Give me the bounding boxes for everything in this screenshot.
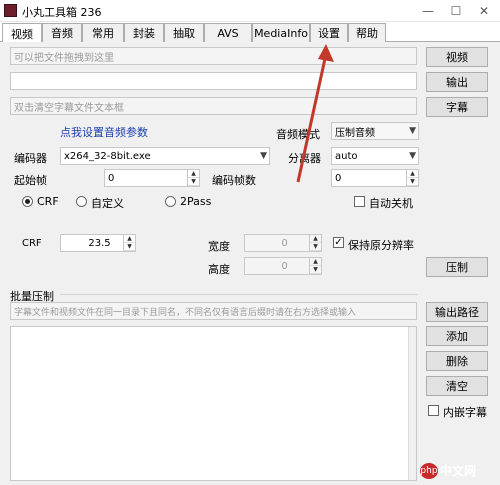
batch-hint-input[interactable]: 字幕文件和视频文件在同一目录下且同名，不同名仅有语言后缀时请在右方选择或输入 (10, 302, 417, 320)
crf-value: 23.5 (88, 237, 111, 249)
tab-common[interactable]: 常用 (82, 23, 124, 42)
batch-group-divider (60, 294, 418, 295)
chevron-down-icon: ▼ (409, 126, 416, 136)
width-value: 0 (281, 237, 288, 249)
keep-ratio-label: 保持原分辨率 (348, 239, 414, 252)
start-frame-stepper[interactable]: 0 ▲ ▼ (104, 169, 200, 187)
encoder-label: 编码器 (14, 152, 47, 165)
tab-mediainfo[interactable]: MediaInfo (252, 23, 310, 42)
crf-label: CRF (22, 238, 42, 249)
radio-crf[interactable] (22, 196, 33, 207)
embedded-subtitle-label: 内嵌字幕 (443, 406, 487, 419)
width-stepper[interactable]: 0 ▲ ▼ (244, 234, 322, 252)
video-input[interactable]: 可以把文件拖拽到这里 (10, 47, 417, 65)
audio-mode-select[interactable]: 压制音频 ▼ (331, 122, 419, 140)
tab-extract[interactable]: 抽取 (164, 23, 204, 42)
encoder-select[interactable]: x264_32-8bit.exe ▼ (60, 147, 270, 165)
encode-button[interactable]: 压制 (426, 257, 488, 277)
window-title: 小丸工具箱 236 (22, 6, 102, 19)
batch-file-list[interactable] (10, 326, 417, 481)
radio-2pass[interactable] (165, 196, 176, 207)
maximize-icon[interactable]: ☐ (442, 2, 470, 20)
minimize-icon[interactable]: — (414, 2, 442, 20)
spin-buttons[interactable]: ▲ ▼ (123, 235, 135, 251)
tab-bar: 视频 音频 常用 封装 抽取 AVS MediaInfo 设置 帮助 (0, 23, 500, 43)
clear-button[interactable]: 清空 (426, 376, 488, 396)
add-button[interactable]: 添加 (426, 326, 488, 346)
encode-frames-stepper[interactable]: 0 ▲ ▼ (331, 169, 419, 187)
radio-crf-label: CRF (37, 195, 59, 208)
demuxer-select[interactable]: auto ▼ (331, 147, 419, 165)
video-button[interactable]: 视频 (426, 47, 488, 67)
output-button[interactable]: 输出 (426, 72, 488, 92)
radio-custom-label: 自定义 (91, 197, 124, 210)
chevron-down-icon: ▼ (260, 151, 267, 161)
tab-audio[interactable]: 音频 (42, 23, 82, 42)
spin-buttons[interactable]: ▲ ▼ (406, 170, 418, 186)
output-path-button[interactable]: 输出路径 (426, 302, 488, 322)
tab-video[interactable]: 视频 (2, 23, 42, 43)
spin-buttons[interactable]: ▲ ▼ (309, 258, 321, 274)
spin-buttons[interactable]: ▲ ▼ (309, 235, 321, 251)
audio-settings-link[interactable]: 点我设置音频参数 (60, 124, 148, 140)
app-icon (4, 4, 17, 17)
scrollbar[interactable] (408, 327, 416, 480)
watermark-logo: php (420, 463, 438, 479)
subtitle-input[interactable]: 双击清空字幕文件文本框 (10, 97, 417, 115)
encode-frames-label: 编码帧数 (212, 174, 256, 187)
title-bar: 小丸工具箱 236 — ☐ ✕ (0, 0, 500, 22)
encoder-value: x264_32-8bit.exe (64, 150, 151, 162)
height-stepper[interactable]: 0 ▲ ▼ (244, 257, 322, 275)
output-input[interactable] (10, 72, 417, 90)
width-label: 宽度 (208, 240, 230, 253)
start-frame-label: 起始帧 (14, 174, 47, 187)
auto-shutdown-label: 自动关机 (369, 197, 413, 210)
spin-buttons[interactable]: ▲ ▼ (187, 170, 199, 186)
tab-help[interactable]: 帮助 (348, 23, 386, 42)
embedded-subtitle-checkbox[interactable] (428, 405, 439, 416)
height-value: 0 (281, 260, 288, 272)
crf-stepper[interactable]: 23.5 ▲ ▼ (60, 234, 136, 252)
close-icon[interactable]: ✕ (470, 2, 498, 20)
radio-2pass-label: 2Pass (180, 195, 212, 208)
delete-button[interactable]: 删除 (426, 351, 488, 371)
radio-custom[interactable] (76, 196, 87, 207)
audio-mode-value: 压制音频 (335, 127, 375, 139)
watermark-text: 中文网 (440, 464, 477, 478)
start-frame-value: 0 (108, 172, 115, 184)
tab-mux[interactable]: 封装 (124, 23, 164, 42)
tab-settings[interactable]: 设置 (310, 23, 348, 42)
keep-ratio-checkbox[interactable]: ✓ (333, 237, 344, 248)
chevron-down-icon: ▼ (409, 151, 416, 161)
subtitle-button[interactable]: 字幕 (426, 97, 488, 117)
annotation-arrow-icon (296, 44, 334, 183)
height-label: 高度 (208, 263, 230, 276)
auto-shutdown-checkbox[interactable] (354, 196, 365, 207)
tab-avs[interactable]: AVS (204, 23, 252, 42)
